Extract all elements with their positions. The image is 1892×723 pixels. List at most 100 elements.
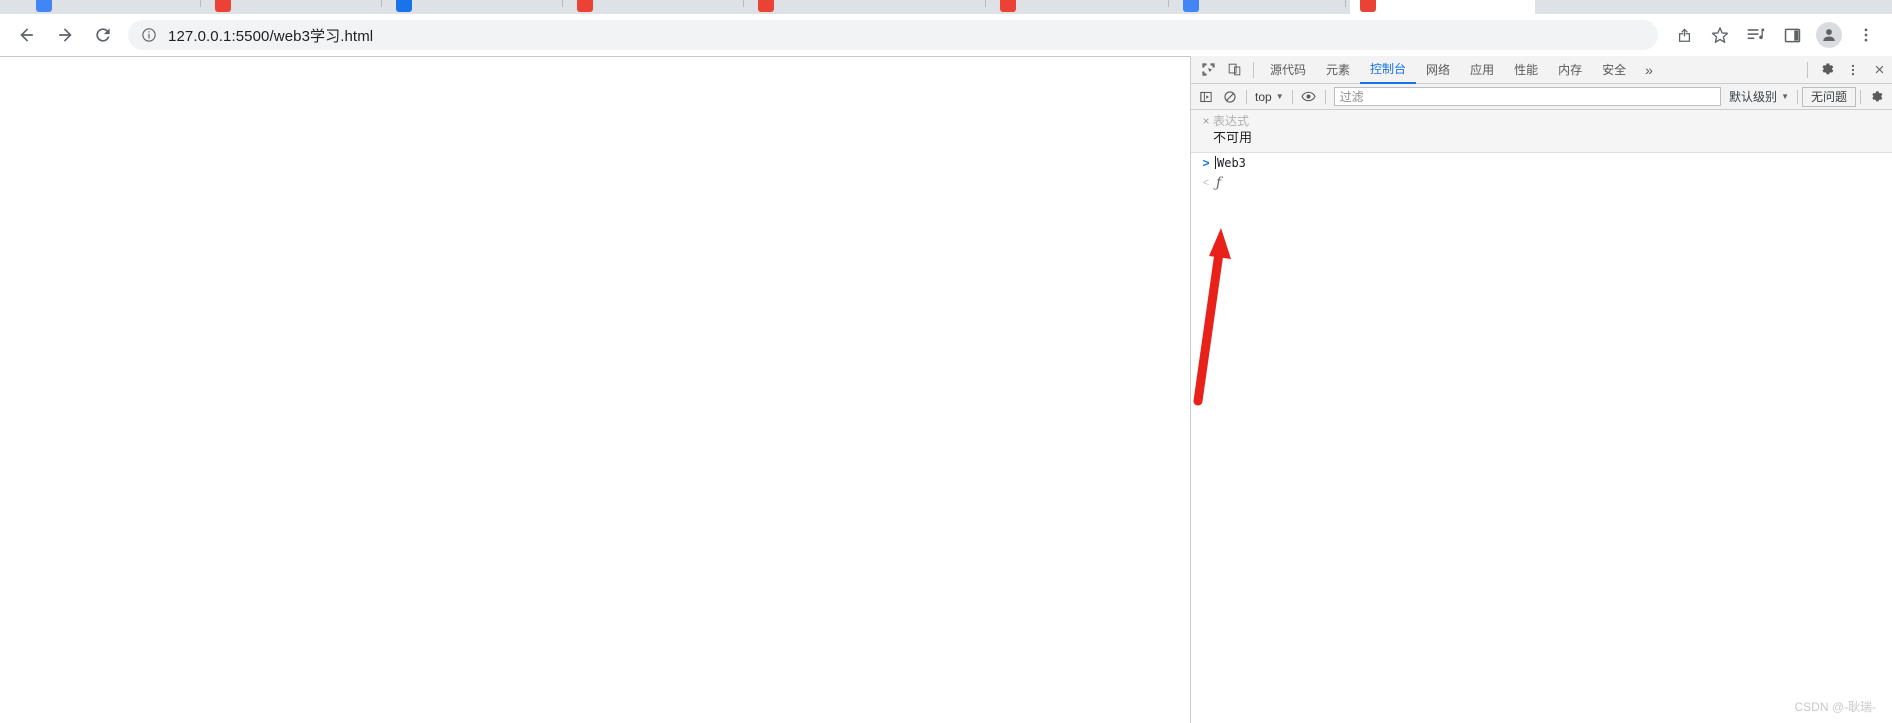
devtools-tab-performance[interactable]: 性能 xyxy=(1504,56,1548,84)
side-panel-button[interactable] xyxy=(1777,20,1807,50)
javascript-context-selector[interactable]: top ▼ xyxy=(1251,87,1288,107)
clear-console-button[interactable] xyxy=(1218,85,1242,109)
page-viewport[interactable] xyxy=(0,56,1190,723)
devtools-tab-sources[interactable]: 源代码 xyxy=(1260,56,1316,84)
address-bar[interactable]: 127.0.0.1:5500/web3学习.html xyxy=(128,20,1658,50)
browser-tab[interactable] xyxy=(748,0,908,14)
browser-tab[interactable] xyxy=(1580,0,1755,14)
devtools-tab-memory[interactable]: 内存 xyxy=(1548,56,1592,84)
browser-toolbar: 127.0.0.1:5500/web3学习.html xyxy=(0,14,1892,56)
devtools-tab-elements[interactable]: 元素 xyxy=(1316,56,1360,84)
browser-tab[interactable] xyxy=(205,0,365,14)
live-expression-button[interactable] xyxy=(1297,85,1321,109)
clear-console-icon xyxy=(1224,90,1236,103)
reload-icon xyxy=(96,28,110,42)
info-circle-icon[interactable] xyxy=(140,26,158,44)
console-input-value: Web3 xyxy=(1217,156,1246,170)
tab-favicon-icon xyxy=(577,0,593,12)
annotation-arrow-overlay xyxy=(1193,228,1231,406)
tab-separator xyxy=(562,0,563,7)
console-filter-placeholder: 过滤 xyxy=(1339,90,1364,104)
devtools-settings-button[interactable] xyxy=(1814,57,1840,83)
share-button[interactable] xyxy=(1669,20,1699,50)
console-prompt[interactable]: > Web3 xyxy=(1191,153,1892,173)
reload-button[interactable] xyxy=(88,20,118,50)
share-icon xyxy=(1678,28,1690,42)
console-toolbar-divider xyxy=(1291,89,1293,104)
close-icon xyxy=(1875,65,1883,74)
toolbar-divider xyxy=(1253,61,1254,78)
console-toolbar-divider xyxy=(1860,89,1861,104)
devtools-tab-application[interactable]: 应用 xyxy=(1460,56,1504,84)
devtools-close-button[interactable] xyxy=(1866,57,1892,83)
console-toolbar-divider xyxy=(1796,89,1798,104)
live-expression-value: 不可用 xyxy=(1213,130,1253,145)
browser-tab[interactable] xyxy=(1770,0,1892,14)
tab-favicon-icon xyxy=(758,0,774,12)
browser-tab[interactable] xyxy=(26,0,186,14)
browser-tab-strip[interactable] xyxy=(0,0,1892,14)
devtools-tab-console[interactable]: 控制台 xyxy=(1360,56,1417,84)
console-filter-input[interactable]: 过滤 xyxy=(1333,87,1722,106)
browser-tab[interactable] xyxy=(990,0,1150,14)
devtools-tab-label: 性能 xyxy=(1514,63,1539,77)
console-result-function[interactable]: ƒ xyxy=(1213,175,1221,191)
console-sidebar-toggle-button[interactable] xyxy=(1194,85,1218,109)
gear-icon xyxy=(1872,90,1883,101)
media-control-button[interactable] xyxy=(1741,20,1771,50)
text-cursor xyxy=(1215,156,1216,169)
browser-chrome: 127.0.0.1:5500/web3学习.html xyxy=(0,0,1892,56)
tab-favicon-icon xyxy=(1183,0,1199,12)
device-toolbar-button[interactable] xyxy=(1221,57,1247,83)
forward-arrow-icon xyxy=(59,28,72,42)
forward-button[interactable] xyxy=(50,20,80,50)
log-level-selector[interactable]: 默认级别 ▼ xyxy=(1725,87,1793,107)
console-toolbar-divider xyxy=(1324,89,1326,104)
tab-favicon-icon xyxy=(215,0,231,12)
devtools-tab-label: 源代码 xyxy=(1270,63,1307,77)
chevron-down-icon: ▼ xyxy=(1275,91,1284,101)
console-input[interactable]: Web3 xyxy=(1213,156,1246,170)
back-button[interactable] xyxy=(12,20,42,50)
chrome-menu-button[interactable] xyxy=(1851,20,1881,50)
red-arrow-annotation xyxy=(1193,228,1231,406)
log-level-label: 默认级别 xyxy=(1729,90,1778,104)
devtools-tab-security[interactable]: 安全 xyxy=(1592,56,1636,84)
eye-icon xyxy=(1301,91,1316,102)
devtools-more-options-button[interactable] xyxy=(1840,57,1866,83)
issues-button[interactable]: 无问题 xyxy=(1801,86,1856,107)
context-selector-value: top xyxy=(1255,89,1272,104)
live-expression-panel: × 表达式 不可用 xyxy=(1191,110,1892,153)
devtools-tab-label: 元素 xyxy=(1326,63,1351,77)
console-toolbar-divider xyxy=(1246,89,1247,104)
inspect-element-button[interactable] xyxy=(1195,57,1221,83)
devtools-tab-network[interactable]: 网络 xyxy=(1416,56,1460,84)
inspect-element-icon xyxy=(1201,63,1215,76)
browser-tab[interactable] xyxy=(567,0,727,14)
browser-tab[interactable] xyxy=(386,0,546,14)
tab-separator xyxy=(381,0,382,7)
console-settings-button[interactable] xyxy=(1865,85,1889,109)
profile-button[interactable] xyxy=(1816,22,1842,48)
remove-live-expression-button[interactable]: × xyxy=(1199,113,1213,129)
address-bar-url[interactable]: 127.0.0.1:5500/web3学习.html xyxy=(168,25,373,46)
tab-favicon-icon xyxy=(36,0,52,12)
console-body[interactable]: × 表达式 不可用 > Web3 < ƒ xyxy=(1191,110,1892,723)
gear-icon xyxy=(1821,63,1833,75)
browser-tab-active[interactable] xyxy=(1350,0,1535,14)
more-options-icon xyxy=(1851,64,1855,75)
browser-tab[interactable] xyxy=(1173,0,1333,14)
tab-favicon-icon xyxy=(1000,0,1016,12)
devtools-tab-label: 网络 xyxy=(1426,63,1451,77)
devtools-tab-label: 内存 xyxy=(1558,63,1583,77)
console-toolbar: top ▼ 过滤 默认级别 ▼ 无问题 xyxy=(1191,84,1892,110)
live-expression-placeholder[interactable]: 表达式 xyxy=(1213,113,1249,129)
devtools-panel: 源代码 元素 控制台 网络 应用 性能 内存 安全 » top ▼ 过滤 默认级… xyxy=(1190,56,1892,723)
console-sidebar-icon xyxy=(1200,91,1212,102)
more-tabs-button[interactable]: » xyxy=(1636,56,1662,84)
devtools-tab-label: 安全 xyxy=(1602,63,1627,77)
toolbar-divider xyxy=(1807,61,1808,78)
tab-favicon-icon xyxy=(1360,0,1376,12)
side-panel-icon xyxy=(1784,28,1800,42)
bookmark-button[interactable] xyxy=(1705,20,1735,50)
